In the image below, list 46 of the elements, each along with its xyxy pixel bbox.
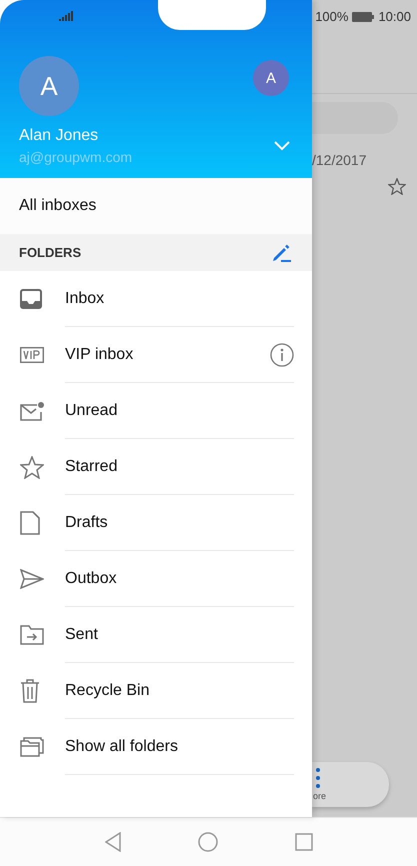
folders-icon xyxy=(20,737,44,757)
battery-icon xyxy=(352,12,374,22)
email-date: /12/2017 xyxy=(312,152,366,168)
folder-item[interactable]: Show all folders xyxy=(0,719,312,775)
inbox-icon xyxy=(20,289,42,309)
folder-label: Outbox xyxy=(65,570,117,588)
send-icon xyxy=(20,569,44,589)
trash-icon xyxy=(20,679,40,703)
folder-item[interactable]: Drafts xyxy=(0,495,312,551)
star-icon xyxy=(20,456,44,478)
folder-item[interactable]: Starred xyxy=(0,439,312,495)
folder-label: VIP inbox xyxy=(65,346,134,364)
account-name: Alan Jones xyxy=(19,127,100,145)
envelope-dot-icon xyxy=(20,401,44,421)
folder-item[interactable]: Outbox xyxy=(0,551,312,607)
folder-label: Sent xyxy=(65,626,98,644)
all-inboxes-item[interactable]: All inboxes xyxy=(0,178,312,234)
document-icon xyxy=(20,511,40,535)
folder-label: Unread xyxy=(65,402,118,420)
folder-label: Inbox xyxy=(65,290,104,308)
folders-title: FOLDERS xyxy=(19,245,82,260)
folder-item[interactable]: VIP inbox xyxy=(0,327,312,383)
chevron-down-icon[interactable] xyxy=(274,141,290,151)
folder-label: Starred xyxy=(65,458,118,476)
search-field[interactable] xyxy=(312,102,398,134)
battery-percent: 100% xyxy=(315,9,348,24)
folder-label: Drafts xyxy=(65,514,108,532)
account-switch-avatar[interactable]: A xyxy=(253,60,289,96)
folder-item[interactable]: Recycle Bin xyxy=(0,663,312,719)
home-icon[interactable] xyxy=(198,832,218,852)
account-email: aj@groupwm.com xyxy=(19,149,132,165)
info-icon[interactable] xyxy=(270,342,294,366)
folder-item[interactable]: Inbox xyxy=(0,271,312,327)
signal-icon xyxy=(59,11,73,21)
star-icon[interactable] xyxy=(388,178,406,195)
folder-item[interactable]: Sent xyxy=(0,607,312,663)
pencil-icon[interactable] xyxy=(272,244,292,262)
folder-item[interactable]: Unread xyxy=(0,383,312,439)
folder-label: Show all folders xyxy=(65,738,178,756)
folder-arrow-icon xyxy=(20,625,44,645)
folder-label: Recycle Bin xyxy=(65,682,150,700)
vip-icon xyxy=(20,347,44,363)
recents-icon[interactable] xyxy=(294,833,312,851)
back-icon[interactable] xyxy=(104,832,120,852)
more-button[interactable]: ore xyxy=(312,762,389,807)
clock: 10:00 xyxy=(378,9,411,24)
